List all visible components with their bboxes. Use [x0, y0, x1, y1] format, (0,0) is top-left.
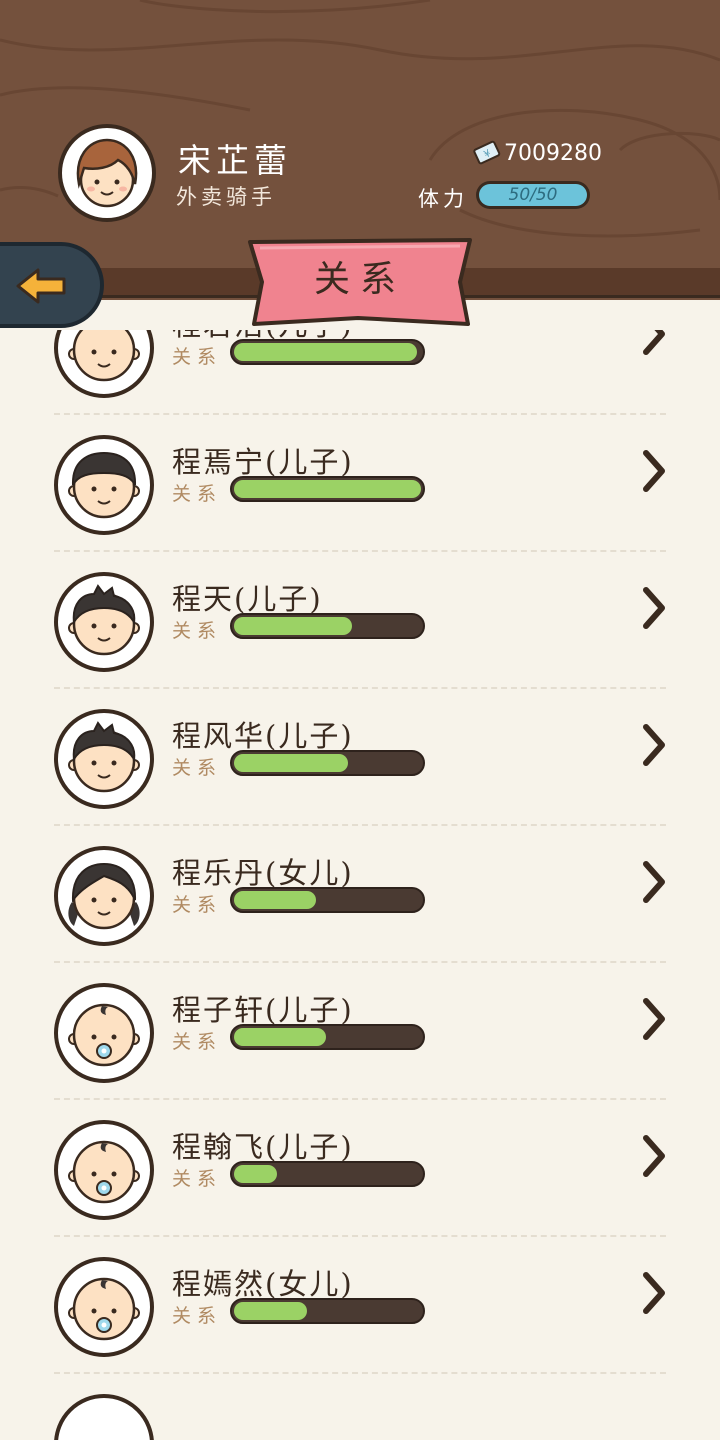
relation-avatar: [54, 1257, 154, 1357]
relation-avatar: [54, 435, 154, 535]
relation-row[interactable]: 程嫣然(女儿) 关系: [0, 1237, 720, 1374]
relation-avatar: [54, 983, 154, 1083]
boy-bowl-hair-avatar-icon: [68, 451, 140, 519]
player-name: 宋芷蕾: [178, 141, 292, 180]
relation-label: 关系: [172, 757, 223, 779]
relationship-bar: [230, 476, 425, 502]
chevron-right-icon[interactable]: [636, 330, 672, 358]
relationship-bar: [230, 887, 425, 913]
relation-avatar: [54, 846, 154, 946]
relationship-bar-fill: [234, 343, 418, 361]
row-divider: [54, 1372, 666, 1374]
relationship-bar: [230, 1161, 425, 1187]
chevron-right-icon[interactable]: [636, 1132, 672, 1180]
relationship-bar: [230, 339, 425, 365]
relationship-bar-fill: [234, 1028, 326, 1046]
relation-label: 关系: [172, 346, 223, 368]
relationship-bar-fill: [234, 754, 349, 772]
stamina-value: 50/50: [508, 185, 558, 205]
relationship-bar: [230, 613, 425, 639]
relation-row[interactable]: 程翰飞(儿子) 关系: [0, 1100, 720, 1237]
relationship-bar: [230, 1024, 425, 1050]
relation-avatar-partial: [54, 1394, 154, 1440]
baby-pacifier-avatar-icon: [68, 1277, 140, 1341]
relation-name: 程焉宁(儿子): [172, 445, 354, 479]
relation-name: 程乐丹(女儿): [172, 856, 354, 890]
chevron-right-icon[interactable]: [636, 995, 672, 1043]
relationship-bar-fill: [234, 1302, 307, 1320]
relation-label: 关系: [172, 894, 223, 916]
page-title: 关系: [313, 259, 406, 300]
relationship-bar-fill: [234, 617, 352, 635]
relation-name: 程嫣然(女儿): [172, 1267, 354, 1301]
player-job: 外卖骑手: [176, 185, 276, 209]
relationship-bar-fill: [234, 480, 421, 498]
relation-name: 程翰飞(儿子): [172, 1130, 354, 1164]
relation-row[interactable]: 程天(儿子) 关系: [0, 552, 720, 689]
boy-spiky-hair-avatar-icon: [68, 584, 140, 656]
relation-name: 程风华(儿子): [172, 719, 354, 753]
chevron-right-icon[interactable]: [636, 584, 672, 632]
relation-label: 关系: [172, 1168, 223, 1190]
chevron-right-icon[interactable]: [636, 858, 672, 906]
relation-avatar: [54, 1120, 154, 1220]
player-avatar[interactable]: [58, 124, 156, 222]
relation-name: 程天(儿子): [172, 582, 323, 616]
relation-label: 关系: [172, 1031, 223, 1053]
baby-pacifier-avatar-icon: [68, 1140, 140, 1204]
baby-pacifier-avatar-icon: [68, 1003, 140, 1067]
boy-spiky-hair-avatar-icon: [68, 721, 140, 793]
relation-avatar: [54, 572, 154, 672]
relation-row[interactable]: 程乐丹(女儿) 关系: [0, 826, 720, 963]
relation-name: 程子轩(儿子): [172, 993, 354, 1027]
relationship-bar: [230, 1298, 425, 1324]
money-value: 7009280: [504, 140, 602, 166]
stamina-label: 体力: [418, 187, 468, 211]
relation-avatar: [54, 330, 154, 398]
money-note-icon: ¥: [473, 140, 501, 165]
relation-row[interactable]: 程子轩(儿子) 关系: [0, 963, 720, 1100]
money-display: ¥ 7009280: [472, 138, 602, 168]
relation-label: 关系: [172, 483, 223, 505]
back-button[interactable]: [0, 242, 104, 328]
relation-avatar: [54, 709, 154, 809]
chevron-right-icon[interactable]: [636, 1269, 672, 1317]
woman-face-avatar-icon: [76, 138, 138, 208]
relation-list[interactable]: 程君浩(儿子)关系程焉宁(儿子)关系程天(儿子)关系程风华(儿子)关系程乐丹(女…: [0, 330, 720, 1440]
chevron-right-icon[interactable]: [636, 447, 672, 495]
back-arrow-icon: [16, 268, 66, 304]
stamina-bar: 50/50: [476, 181, 590, 209]
relation-row[interactable]: 程焉宁(儿子) 关系: [0, 415, 720, 552]
relation-label: 关系: [172, 620, 223, 642]
relationship-bar: [230, 750, 425, 776]
girl-pigtails-avatar-icon: [68, 862, 140, 930]
relation-row[interactable]: 程君浩(儿子)关系: [0, 330, 720, 415]
relationship-bar-fill: [234, 891, 317, 909]
baby-bald-avatar-icon: [68, 330, 140, 382]
relationship-bar-fill: [234, 1165, 277, 1183]
relation-label: 关系: [172, 1305, 223, 1327]
relation-row[interactable]: 程风华(儿子) 关系: [0, 689, 720, 826]
chevron-right-icon[interactable]: [636, 721, 672, 769]
